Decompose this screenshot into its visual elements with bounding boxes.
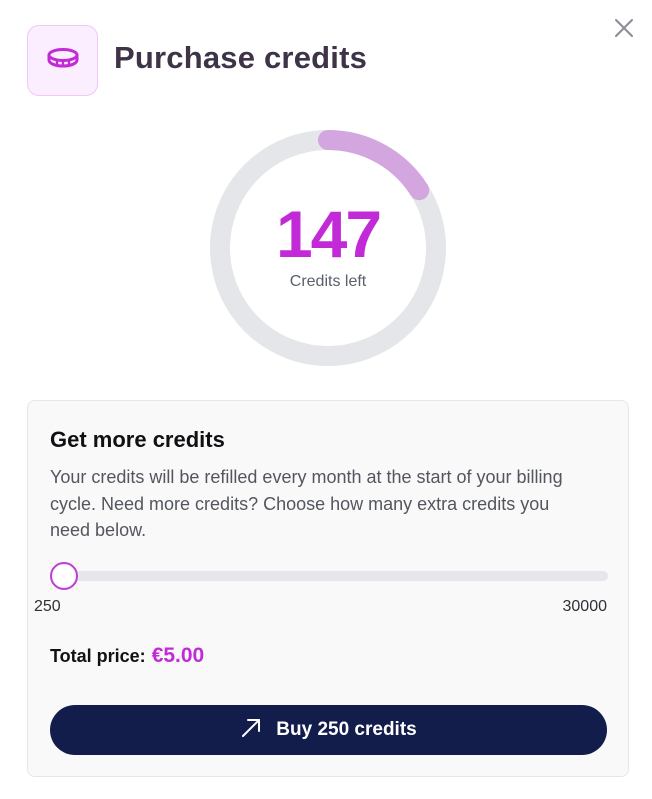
slider-thumb[interactable]: [50, 562, 78, 590]
credits-left-label: Credits left: [289, 273, 367, 290]
close-button[interactable]: [608, 14, 640, 46]
page-title: Purchase credits: [114, 40, 368, 75]
slider-max-label: 30000: [562, 598, 608, 615]
credits-gauge: 147 Credits left: [208, 128, 448, 368]
get-more-credits-card: Get more credits Your credits will be re…: [27, 400, 629, 777]
header-icon-container: [27, 25, 98, 96]
buy-credits-button[interactable]: Buy 250 credits: [50, 705, 607, 755]
credits-slider[interactable]: [50, 561, 608, 591]
slider-track[interactable]: [50, 571, 608, 581]
buy-credits-label: Buy 250 credits: [276, 719, 417, 740]
card-description: Your credits will be refilled every mont…: [50, 467, 563, 540]
purchase-credits-dialog: Purchase credits 147 Credits left Get mo…: [0, 0, 652, 799]
total-price-value: €5.00: [151, 644, 205, 667]
slider-min-label: 250: [34, 598, 61, 615]
total-price-row: Total price: €5.00: [50, 644, 204, 668]
close-icon: [613, 17, 635, 44]
arrow-up-right-icon: [240, 717, 262, 744]
credits-left-value: 147: [275, 197, 382, 271]
coin-icon: [46, 47, 80, 74]
card-title: Get more credits: [50, 427, 225, 452]
total-price-label: Total price:: [50, 646, 146, 666]
